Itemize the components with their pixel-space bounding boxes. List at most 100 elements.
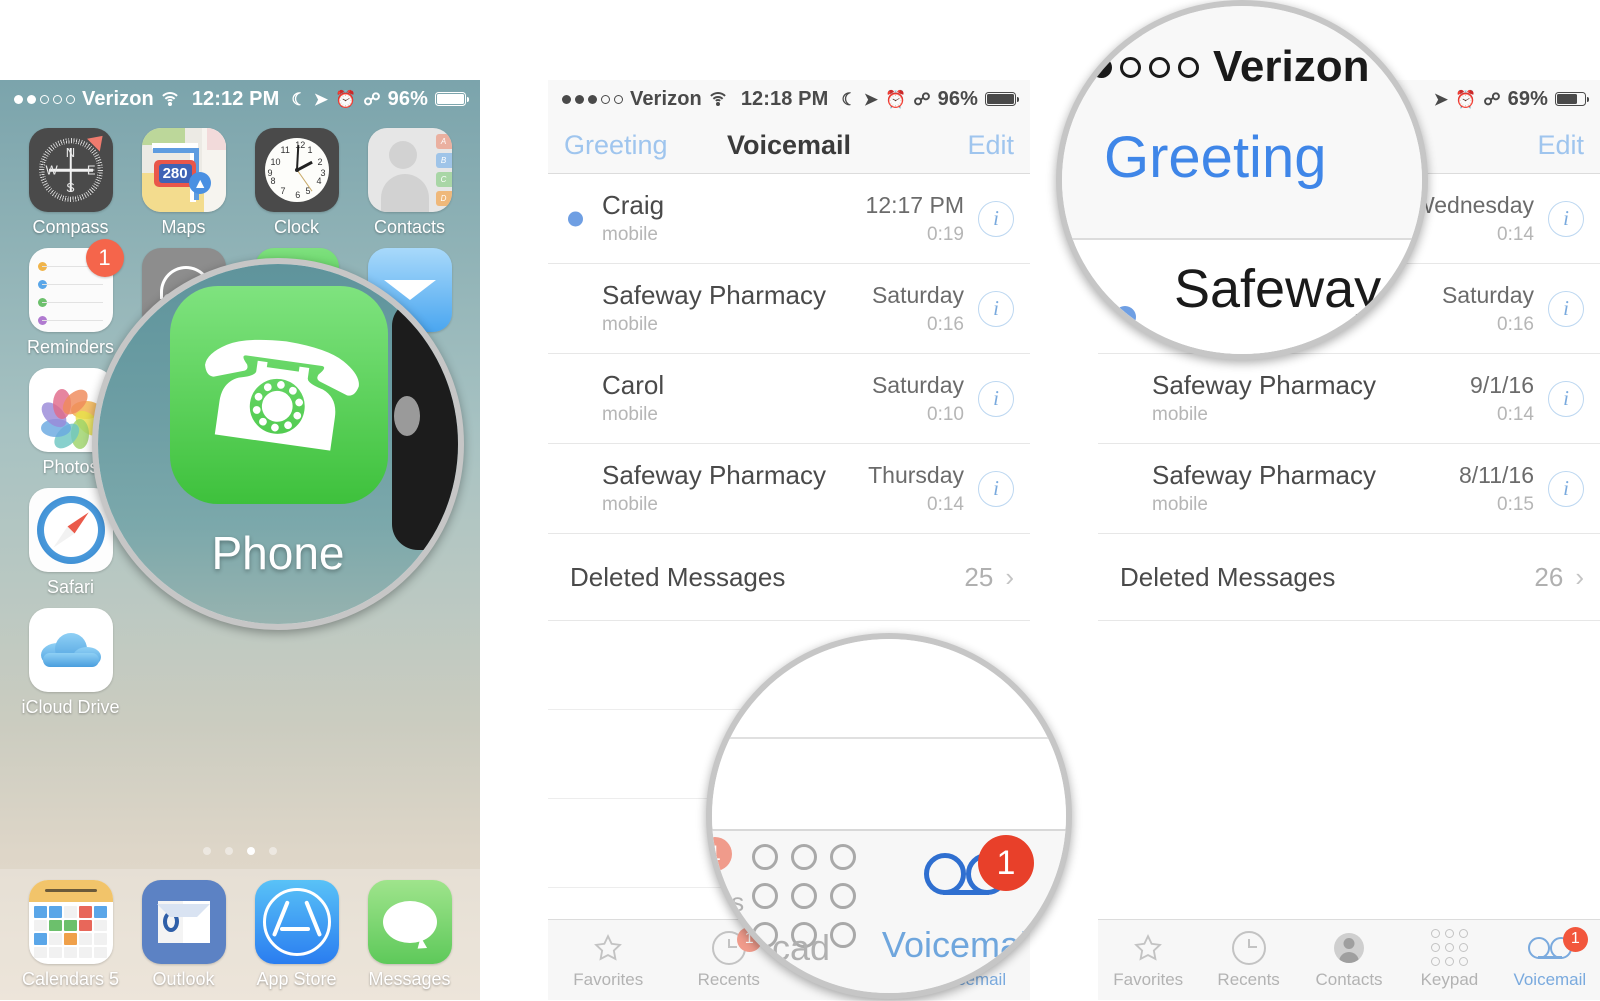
star-icon	[1133, 931, 1163, 965]
do-not-disturb-moon-icon: ☾	[291, 89, 307, 109]
status-time: 12:18 PM	[740, 87, 829, 110]
battery-icon	[1555, 92, 1590, 106]
clock-icon	[1231, 930, 1266, 965]
chevron-right-icon: ›	[1575, 561, 1584, 592]
voicemail-row[interactable]: Safeway Pharmacy mobile 8/11/16 0:15 i	[1098, 444, 1600, 534]
magnified-signal-dots	[1062, 56, 1199, 78]
voicemail-row[interactable]: Safeway Pharmacy mobile Saturday 0:16 i	[548, 264, 1030, 354]
deleted-messages-count: 25	[964, 561, 994, 592]
tab-recents[interactable]: Recents	[1198, 920, 1298, 1000]
location-arrow-icon: ➤	[1433, 89, 1449, 109]
dock-app-app-store[interactable]: App Store	[240, 880, 353, 990]
deleted-messages-row[interactable]: Deleted Messages 26 ›	[1098, 534, 1600, 621]
message-time: 9/1/16	[1470, 371, 1534, 398]
keypad-icon	[1430, 929, 1468, 966]
caller-line-type: mobile	[1152, 494, 1208, 516]
caller-line-type: mobile	[602, 494, 658, 516]
info-icon[interactable]: i	[978, 380, 1014, 417]
tab-label: Contacts	[1315, 969, 1383, 989]
home-app-compass[interactable]: NSWE Compass	[14, 128, 127, 238]
dock-app-outlook[interactable]: Outlook	[127, 880, 240, 990]
tab-voicemail[interactable]: 1 Voicemail	[1500, 920, 1600, 1000]
message-duration: 0:15	[1497, 493, 1534, 515]
message-time: Saturday	[871, 281, 964, 308]
reminders-badge: 1	[85, 239, 124, 277]
edit-button[interactable]: Edit	[967, 130, 1014, 161]
home-row: NSWE Compass 280 ▲ Maps 12 1 2 3 4 5 6 7…	[14, 128, 466, 238]
contacts-icon: ABCD	[367, 128, 452, 212]
info-icon[interactable]: i	[1548, 200, 1584, 237]
message-duration: 0:14	[1497, 223, 1534, 245]
middle-navigation-bar: Greeting Voicemail Edit	[548, 118, 1030, 174]
home-app-empty	[127, 608, 240, 718]
home-app-icloud-drive[interactable]: iCloud Drive	[14, 608, 127, 718]
tab-favorites[interactable]: Favorites	[548, 920, 669, 1000]
magnified-adjacent-icon	[392, 300, 458, 550]
message-duration: 0:16	[1497, 313, 1534, 335]
app-label: Messages	[368, 969, 451, 989]
signal-strength-dots	[14, 94, 75, 104]
screenshot-canvas: Verizon 12:12 PM ☾ ➤ ⏰ ☍ 96% N S W E Com…	[0, 0, 1600, 1001]
message-duration: 0:14	[1497, 403, 1534, 425]
message-time: 12:17 PM	[865, 191, 964, 218]
voicemail-row[interactable]: Craig mobile 12:17 PM 0:19 i	[548, 174, 1030, 264]
voicemail-row[interactable]: Safeway Pharmacy mobile Thursday 0:14 i	[548, 444, 1030, 534]
info-icon[interactable]: i	[1548, 380, 1584, 417]
info-icon[interactable]: i	[1548, 470, 1584, 507]
app-label: Clock	[273, 217, 319, 237]
app-label: Contacts	[373, 217, 446, 237]
message-time: Saturday	[871, 371, 964, 398]
tab-keypad[interactable]: Keypad	[1399, 920, 1499, 1000]
info-icon[interactable]: i	[1548, 290, 1584, 327]
star-icon	[593, 931, 623, 965]
message-time: Thursday	[868, 461, 964, 488]
info-icon[interactable]: i	[978, 290, 1014, 327]
deleted-messages-label: Deleted Messages	[570, 561, 786, 592]
status-time: 12:12 PM	[191, 87, 280, 110]
caller-line-type: mobile	[1152, 404, 1208, 426]
magnified-phone-icon: ☎	[170, 286, 388, 504]
magnified-keypad-label: cad	[772, 927, 831, 968]
voicemail-row[interactable]: Carol mobile Saturday 0:10 i	[548, 354, 1030, 444]
caller-line-type: mobile	[602, 314, 658, 336]
voicemail-row[interactable]: Safeway Pharmacy mobile 9/1/16 0:14 i	[1098, 354, 1600, 444]
right-tab-bar: Favorites Recents Contacts Keypad 1 Voic…	[1098, 919, 1600, 1000]
dock-app-messages[interactable]: Messages	[353, 880, 466, 990]
app-label: App Store	[256, 969, 337, 989]
edit-button[interactable]: Edit	[1537, 130, 1584, 161]
magnified-carrier-label: Verizon	[1213, 42, 1370, 91]
dock-app-calendars[interactable]: Calendars 5	[14, 880, 127, 990]
app-label: Maps	[161, 217, 206, 237]
voicemail-badge: 1	[1562, 926, 1588, 952]
magnifier-greeting-button: Verizon Greeting Safeway mo	[1056, 0, 1428, 360]
page-indicator-dots[interactable]	[0, 839, 480, 869]
bluetooth-icon: ☍	[913, 89, 931, 109]
tab-favorites[interactable]: Favorites	[1098, 920, 1198, 1000]
compass-icon: NSWE	[28, 128, 113, 212]
maps-icon: 280 ▲	[141, 128, 226, 212]
tab-label: Favorites	[573, 969, 644, 989]
message-time: Wednesday	[1412, 191, 1534, 218]
app-label: iCloud Drive	[21, 697, 120, 717]
deleted-messages-count: 26	[1534, 561, 1564, 592]
info-icon[interactable]: i	[978, 470, 1014, 507]
do-not-disturb-moon-icon: ☾	[841, 89, 857, 109]
home-app-maps[interactable]: 280 ▲ Maps	[127, 128, 240, 238]
magnified-recents-label: cents	[712, 887, 745, 917]
app-label: Compass	[32, 217, 109, 237]
signal-strength-dots	[562, 94, 623, 104]
deleted-messages-row[interactable]: Deleted Messages 25 ›	[548, 534, 1030, 621]
caller-name: Carol	[602, 369, 665, 400]
app-label: Safari	[46, 577, 95, 597]
caller-name: Safeway Pharmacy	[1152, 369, 1376, 400]
carrier-label: Verizon	[630, 87, 702, 110]
alarm-clock-icon: ⏰	[885, 89, 907, 109]
info-icon[interactable]: i	[978, 200, 1014, 237]
greeting-button[interactable]: Greeting	[564, 130, 668, 161]
home-app-clock[interactable]: 12 1 23 45 67 89 10 11 Clock	[240, 128, 353, 238]
home-app-contacts[interactable]: ABCD Contacts	[353, 128, 466, 238]
calendars-icon	[28, 880, 113, 964]
magnified-unread-dot	[1114, 306, 1136, 328]
tab-contacts[interactable]: Contacts	[1299, 920, 1399, 1000]
carrier-label: Verizon	[82, 87, 154, 110]
